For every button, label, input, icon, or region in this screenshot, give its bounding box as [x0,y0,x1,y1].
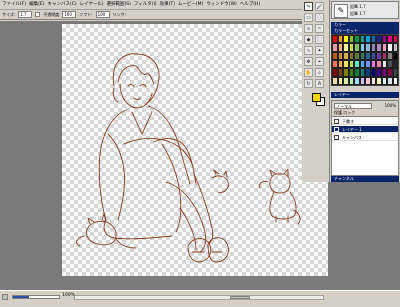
app-window: ファイル(F) 編集(E) キャンバス(C) レイヤー(L) 選択範囲(S) フィルタ(I… [0,0,400,307]
workspace-margin-right [328,182,400,290]
workspace-margin-bottom [0,276,330,290]
hand-tool-icon[interactable]: ✋ [304,68,313,77]
fill-tool-icon[interactable]: ◆ [304,35,313,44]
brush-name-line: 鉛筆 1.7 [350,4,366,9]
layer-row[interactable]: キャンバス [332,134,398,141]
sketch-lineart [76,53,301,263]
color-palette-grid [331,34,399,86]
color-swatch[interactable] [392,68,398,77]
eraser-tool-icon[interactable]: ▭ [304,13,313,22]
watercolor-tool-icon[interactable]: ≈ [304,24,313,33]
menu-item-6[interactable]: 効果(T) [160,0,175,10]
pressure-checkbox[interactable] [35,12,41,17]
opacity-label: 不透明度 [43,11,60,17]
blur-tool-icon[interactable]: ~ [315,24,324,33]
foreground-color-swatch[interactable] [312,93,321,102]
zoom-slider[interactable] [12,295,60,299]
layer-panel-title[interactable]: レイヤー [331,92,399,98]
layer-name: 下書き [342,119,354,124]
zoom-percent: 100% [62,293,75,298]
zoom-tool-icon[interactable]: ⌕ [315,68,324,77]
size-input[interactable]: 1.7 [18,11,33,18]
move-tool-icon[interactable]: ✥ [304,57,313,66]
text-tool-icon[interactable]: A [315,79,324,88]
layer-visibility-icon[interactable] [334,135,339,140]
horizontal-scrollbar[interactable] [74,295,324,300]
softness-label: ソフト: [79,11,93,17]
layer-opacity-value[interactable]: 100% [385,103,396,108]
link-label: リンク: [112,11,126,17]
opacity-input[interactable]: 100 [62,11,77,18]
layer-visibility-icon[interactable] [334,127,339,132]
brush-name-line-2: 鉛筆 1.7 [350,11,366,16]
tool-options-bar: サイズ: 1.7 不透明度 100 ソフト: 100 リンク: [0,10,302,20]
zoom-icon[interactable] [2,294,8,300]
layer-panel: ノーマル 100% 保護 ロック 下書きレイヤー 1 キャンバス [331,100,399,176]
menu-item-9[interactable]: ヘルプ(H) [240,0,260,10]
layer-name: キャンバス [342,135,362,140]
menu-item-1[interactable]: 編集(E) [29,0,44,10]
blend-mode-select[interactable]: ノーマル [334,103,372,109]
scrollbar-thumb[interactable] [230,296,250,299]
airbrush-tool-icon[interactable]: ◌ [315,13,324,22]
lasso-tool-icon[interactable]: ∿ [304,46,313,55]
menu-item-0[interactable]: ファイル(F) [2,0,26,10]
layer-options: ノーマル 100% 保護 ロック [332,101,398,117]
layer-name: レイヤー 1 [342,127,362,132]
color-swatch[interactable] [392,35,398,44]
size-label: サイズ: [2,11,16,17]
rotate-tool-icon[interactable]: ↻ [304,79,313,88]
menu-item-3[interactable]: レイヤー(L) [80,0,104,10]
status-bar: 100% [0,290,400,307]
menu-item-8[interactable]: ウィンドウ(W) [206,0,236,10]
select-tool-icon[interactable]: ⬚ [315,35,324,44]
color-swatch[interactable] [392,59,398,69]
menubar: ファイル(F) 編集(E) キャンバス(C) レイヤー(L) 選択範囲(S) フィルタ(I… [0,0,302,10]
menu-item-2[interactable]: キャンバス(C) [47,0,76,10]
brush-tool-icon[interactable]: 🖌 [315,2,324,11]
color-swatch[interactable] [392,51,398,60]
layer-protect-options: 保護 ロック [334,110,356,115]
layer-visibility-icon[interactable] [334,119,339,124]
toolbox: ✎ 🖌 ▭ ◌ ≈ ~ ◆ ⬚ ∿ ✦ ✥ ⌖ ✋ ⌕ ↻ A [302,0,330,182]
menu-item-5[interactable]: フィルタ(I) [134,0,157,10]
layer-row[interactable]: レイヤー 1 [332,126,398,133]
layer-row[interactable]: 下書き [332,118,398,125]
brush-preview-panel: ✎ 鉛筆 1.7 鉛筆 1.7 [331,1,399,19]
menu-item-7[interactable]: ムービー(M) [178,0,203,10]
eyedropper-tool-icon[interactable]: ⌖ [315,57,324,66]
color-swatch[interactable] [392,43,398,52]
menu-item-4[interactable]: 選択範囲(S) [107,0,131,10]
zoom-slider-fill [13,296,30,298]
softness-input[interactable]: 100 [95,11,110,18]
channel-panel-title[interactable]: チャンネル [331,176,399,182]
magic-wand-tool-icon[interactable]: ✦ [315,46,324,55]
pencil-tool-icon[interactable]: ✎ [304,2,313,11]
color-swatch[interactable] [392,76,398,85]
pencil-preview-icon: ✎ [334,4,348,18]
